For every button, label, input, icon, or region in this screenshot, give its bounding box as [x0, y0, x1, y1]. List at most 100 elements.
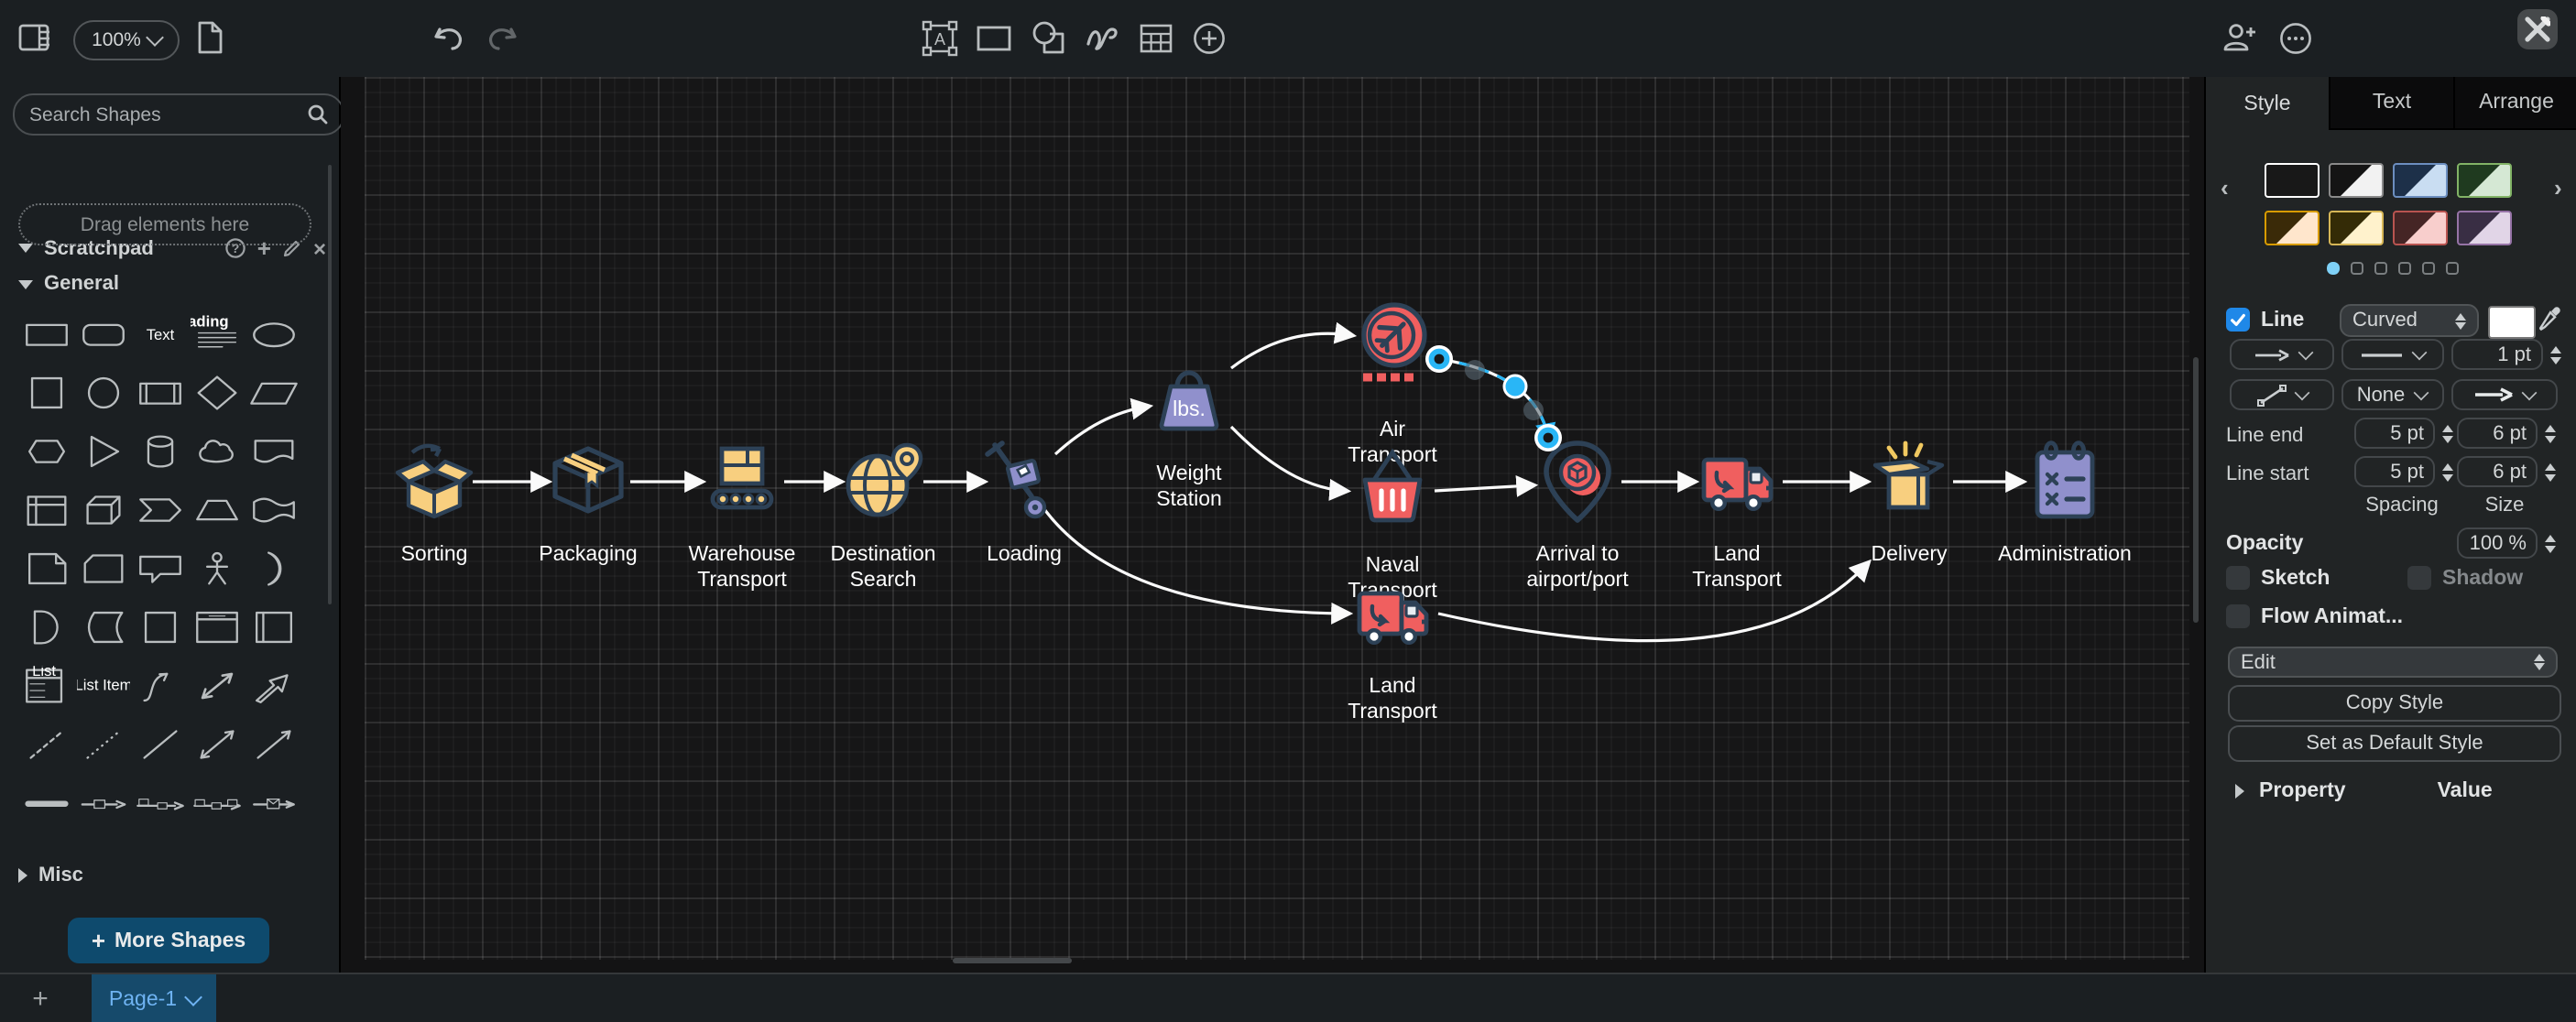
shape-arrow[interactable] — [246, 656, 302, 714]
line-color-swatch[interactable] — [2488, 306, 2536, 339]
connector-type-select[interactable] — [2230, 379, 2334, 410]
property-header[interactable]: Property Value — [2235, 780, 2493, 802]
opacity-stepper[interactable] — [2545, 527, 2556, 559]
text-tool-icon[interactable]: A — [922, 20, 958, 57]
more-shapes-button[interactable]: + More Shapes — [68, 918, 269, 963]
redo-button[interactable] — [486, 24, 518, 53]
shape-document[interactable] — [246, 421, 302, 480]
shape-process[interactable] — [132, 363, 189, 421]
edge-target-handle[interactable] — [1534, 424, 1562, 451]
misc-section-header[interactable]: Misc — [18, 864, 83, 886]
style-swatch-6[interactable] — [2329, 211, 2384, 245]
edge-waypoint-handle[interactable] — [1465, 360, 1485, 380]
node-administration[interactable]: Administration — [1998, 443, 2132, 565]
zoom-select[interactable]: 100% — [73, 20, 180, 60]
opacity-input[interactable]: 100 % — [2457, 527, 2538, 559]
theme-sketch-button[interactable] — [2517, 9, 2558, 49]
shape-ellipse[interactable] — [246, 304, 302, 363]
shape-step[interactable] — [132, 480, 189, 538]
swatch-pager[interactable] — [2327, 262, 2458, 274]
search-shapes-input[interactable]: Search Shapes — [13, 93, 344, 136]
edge-13[interactable] — [1438, 564, 1867, 641]
edge-7[interactable] — [1231, 427, 1345, 491]
shape-dashed-line[interactable] — [18, 714, 75, 773]
line-end-size-stepper[interactable] — [2545, 418, 2556, 449]
node-weight-station[interactable]: WeightStation — [1156, 373, 1222, 510]
table-tool-icon[interactable] — [1140, 24, 1173, 53]
shape-arrow-with-2-labels[interactable] — [189, 773, 246, 832]
shape-arrow-with-label[interactable] — [132, 773, 189, 832]
line-start-size-input[interactable]: 6 pt — [2457, 456, 2538, 487]
undo-button[interactable] — [432, 24, 465, 53]
swatch-page-dot-6[interactable] — [2446, 262, 2458, 274]
node-air-transport[interactable]: AirTransport — [1348, 305, 1437, 466]
shape-parallelogram[interactable] — [246, 363, 302, 421]
shape-note[interactable] — [18, 538, 75, 597]
waypoints-select[interactable]: None — [2341, 379, 2443, 410]
shape-and[interactable] — [18, 597, 75, 656]
edge-5[interactable] — [1055, 407, 1147, 454]
style-swatch-7[interactable] — [2393, 211, 2448, 245]
shape-dotted-line[interactable] — [75, 714, 132, 773]
swatch-next-icon[interactable]: › — [2554, 174, 2562, 201]
style-swatch-5[interactable] — [2265, 211, 2319, 245]
shape-square[interactable] — [18, 363, 75, 421]
shapes-tool-icon[interactable] — [1031, 20, 1066, 57]
shape-icon-arrow[interactable] — [246, 773, 302, 832]
node-land-transport[interactable]: LandTransport — [1692, 460, 1782, 591]
node-sorting[interactable]: Sorting — [398, 446, 471, 565]
vertical-scrollbar[interactable] — [2193, 357, 2199, 623]
add-page-button[interactable]: + — [15, 974, 66, 1022]
shape-actor[interactable] — [189, 538, 246, 597]
swatch-page-dot-4[interactable] — [2398, 262, 2410, 274]
line-type-select[interactable]: Curved — [2340, 304, 2479, 337]
page-tab-page-1[interactable]: Page-1 — [92, 974, 216, 1022]
node-packaging[interactable]: Packaging — [539, 449, 637, 565]
line-width-input[interactable]: 1 pt — [2450, 339, 2542, 370]
swatch-page-dot-1[interactable] — [2327, 262, 2339, 274]
scratchpad-drop-zone[interactable]: Drag elements here — [18, 203, 311, 245]
shape-bidirectional-connector[interactable] — [189, 714, 246, 773]
more-actions-icon[interactable] — [2279, 22, 2312, 55]
shape-line[interactable] — [132, 714, 189, 773]
shape-container[interactable] — [189, 597, 246, 656]
shadow-checkbox[interactable] — [2407, 566, 2431, 590]
shape-list-item[interactable] — [75, 656, 132, 714]
shape-callout[interactable] — [132, 538, 189, 597]
sketch-checkbox[interactable] — [2226, 566, 2250, 590]
shape-card[interactable] — [75, 538, 132, 597]
node-naval-transport[interactable]: NavalTransport — [1348, 452, 1437, 602]
shape-tape[interactable] — [246, 480, 302, 538]
shape-textbox[interactable] — [189, 304, 246, 363]
line-style-select[interactable] — [2341, 339, 2443, 370]
line-start-spacing-stepper[interactable] — [2442, 456, 2453, 487]
shape-vertical-container[interactable] — [246, 597, 302, 656]
node-arrivalto-airportport[interactable]: Arrival toairport/port — [1526, 443, 1629, 591]
shape-label-arrow[interactable] — [75, 773, 132, 832]
copy-style-button[interactable]: Copy Style — [2228, 685, 2561, 722]
style-swatch-4[interactable] — [2457, 163, 2512, 198]
edge-midpoint-handle[interactable] — [1504, 375, 1526, 397]
tab-arrange[interactable]: Arrange — [2453, 77, 2576, 130]
node-land-transport[interactable]: LandTransport — [1348, 593, 1437, 723]
shape-rounded-rectangle[interactable] — [75, 304, 132, 363]
node-destination-search[interactable]: DestinationSearch — [830, 445, 935, 591]
shape-cube[interactable] — [75, 480, 132, 538]
shape-data-storage[interactable] — [75, 597, 132, 656]
line-start-spacing-input[interactable]: 5 pt — [2354, 456, 2435, 487]
node-warehouse-transport[interactable]: WarehouseTransport — [689, 449, 796, 591]
shape-link[interactable] — [18, 773, 75, 832]
edit-style-select[interactable]: Edit — [2228, 647, 2558, 678]
sidebar-scrollbar[interactable] — [328, 165, 332, 604]
edge-waypoint-handle[interactable] — [1523, 400, 1544, 420]
edge-selected-highlight[interactable] — [1439, 359, 1548, 438]
shape-square2[interactable] — [132, 597, 189, 656]
close-icon[interactable]: × — [313, 237, 326, 259]
tab-style[interactable]: Style — [2206, 77, 2329, 130]
general-section-header[interactable]: General — [18, 273, 119, 295]
shape-diamond[interactable] — [189, 363, 246, 421]
line-end-arrow-select[interactable] — [2450, 379, 2557, 410]
style-swatch-1[interactable] — [2265, 163, 2319, 198]
shape-trapezoid[interactable] — [189, 480, 246, 538]
shape-hexagon[interactable] — [18, 421, 75, 480]
